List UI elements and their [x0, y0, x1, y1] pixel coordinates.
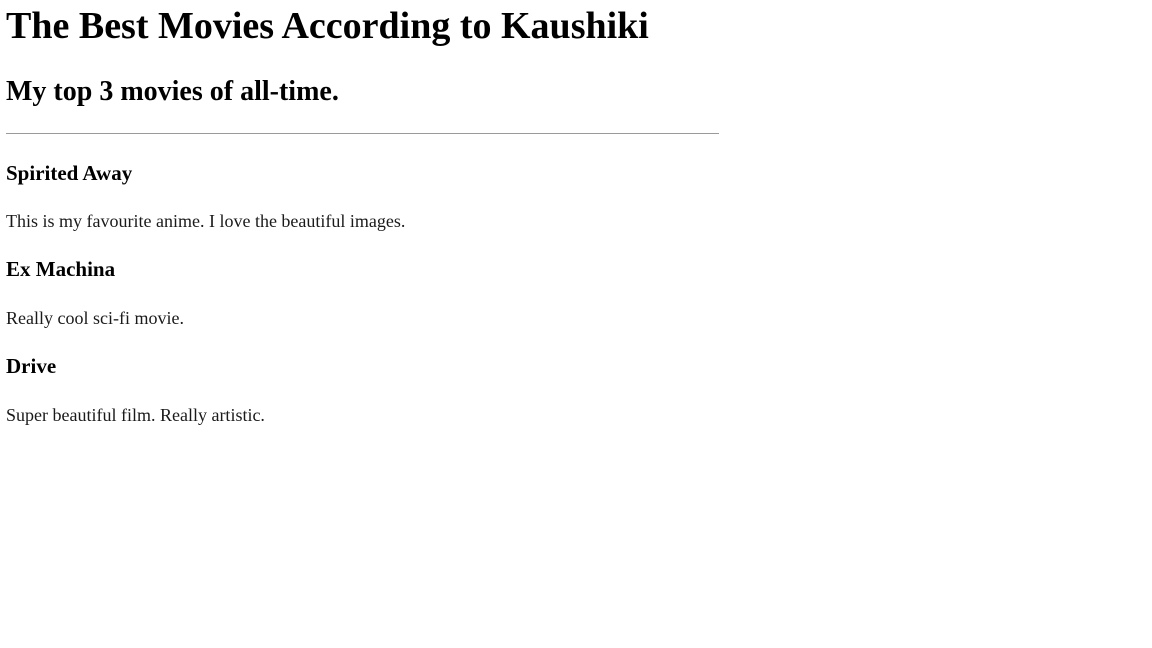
movie-title-ex-machina: Ex Machina: [6, 257, 116, 281]
divider: [6, 133, 719, 134]
movie-description-drive: Super beautiful film. Really artistic.: [6, 405, 265, 425]
movie-description-ex-machina: Really cool sci-fi movie.: [6, 308, 184, 328]
movie-title-drive: Drive: [6, 354, 57, 378]
page-title: The Best Movies According to Kaushiki: [6, 5, 649, 47]
page-subtitle: My top 3 movies of all-time.: [6, 76, 339, 107]
page: The Best Movies According to Kaushiki My…: [0, 0, 1152, 648]
movie-description-spirited-away: This is my favourite anime. I love the b…: [6, 211, 406, 231]
movie-title-spirited-away: Spirited Away: [6, 161, 133, 185]
